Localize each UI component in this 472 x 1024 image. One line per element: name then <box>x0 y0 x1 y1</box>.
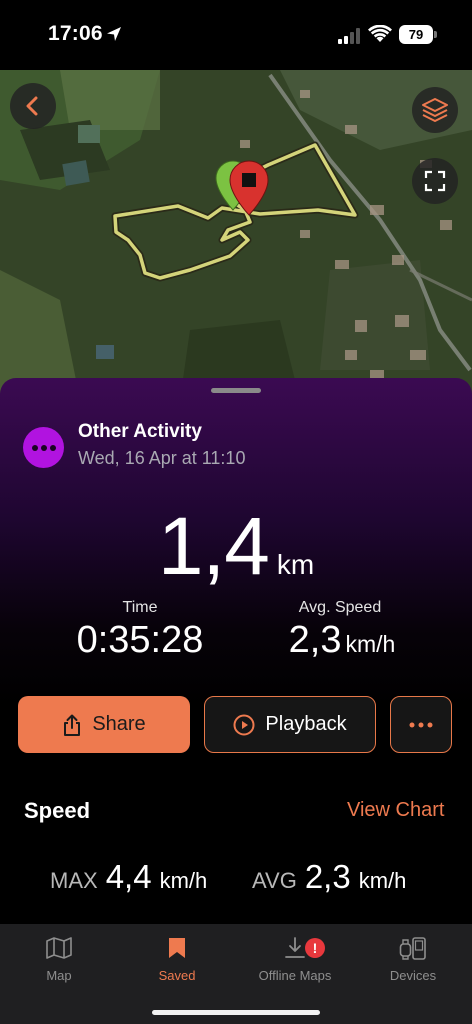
avg-speed-unit: km/h <box>345 631 396 657</box>
tab-map[interactable]: Map <box>0 932 118 983</box>
sheet-grabber[interactable] <box>211 388 261 393</box>
avg-speed-row-unit: km/h <box>358 868 407 893</box>
route-track <box>111 141 359 282</box>
time-value: 0:35:28 <box>76 619 204 661</box>
max-speed-unit: km/h <box>159 868 208 893</box>
activity-sheet: Other Activity Wed, 16 Apr at 11:10 1,4 k… <box>0 378 472 924</box>
battery-level: 79 <box>399 25 433 44</box>
tab-map-label: Map <box>46 968 72 983</box>
distance-unit: km <box>276 549 315 580</box>
max-speed-value: 4,4 <box>105 858 152 895</box>
fullscreen-icon <box>424 170 446 192</box>
avg-speed-number: 2,3 <box>288 619 342 661</box>
back-button[interactable] <box>10 83 56 129</box>
playback-button[interactable]: Playback <box>204 696 376 753</box>
max-speed-tag: MAX <box>50 868 98 893</box>
tab-devices-label: Devices <box>389 968 437 983</box>
share-label: Share <box>92 713 146 735</box>
layers-icon <box>422 98 448 122</box>
devices-icon <box>399 937 426 960</box>
activity-date: Wed, 16 Apr at 11:10 <box>78 448 246 468</box>
tab-bar: Map Saved ! Offline Maps Devices <box>0 924 472 1024</box>
view-chart-link[interactable]: View Chart <box>347 799 444 822</box>
tab-offline-maps-label: Offline Maps <box>258 968 332 983</box>
activity-type-icon <box>23 427 64 468</box>
distance-display: 1,4 km <box>0 500 472 594</box>
share-icon <box>64 714 81 736</box>
speed-section-heading: Speed <box>24 798 91 823</box>
time-label: Time <box>122 599 158 616</box>
status-time: 17:06 <box>48 22 103 45</box>
tab-devices[interactable]: Devices <box>354 932 472 983</box>
max-speed: MAX 4,4 km/h <box>50 858 207 896</box>
share-button[interactable]: Share <box>18 696 190 753</box>
fullscreen-button[interactable] <box>412 158 458 204</box>
map-icon <box>46 937 72 959</box>
avg-speed: AVG 2,3 km/h <box>252 858 406 896</box>
notification-badge: ! <box>305 938 325 958</box>
battery-tip <box>434 31 437 38</box>
avg-speed-value: 2,3 km/h <box>262 619 422 662</box>
wifi-icon <box>368 25 392 42</box>
avg-speed-tag: AVG <box>252 868 297 893</box>
avg-speed-label: Avg. Speed <box>298 599 382 616</box>
more-options-button[interactable] <box>390 696 452 753</box>
activity-title: Other Activity <box>78 421 202 442</box>
avg-speed-row-value: 2,3 <box>304 858 351 895</box>
tab-saved[interactable]: Saved <box>118 932 236 983</box>
tab-offline-maps[interactable]: ! Offline Maps <box>236 932 354 983</box>
cellular-signal-icon <box>338 28 360 44</box>
download-icon <box>285 937 305 958</box>
location-arrow-icon <box>107 27 121 41</box>
bookmark-icon <box>169 938 185 958</box>
home-indicator <box>152 1010 320 1015</box>
play-circle-icon <box>233 714 255 735</box>
more-dots-icon <box>409 722 433 727</box>
status-bar: 17:06 79 <box>0 0 472 70</box>
tab-saved-label: Saved <box>158 968 196 983</box>
route-map[interactable] <box>0 70 472 400</box>
playback-label: Playback <box>265 713 347 735</box>
chevron-left-icon <box>26 96 38 116</box>
distance-value: 1,4 <box>157 501 270 592</box>
map-layers-button[interactable] <box>412 87 458 133</box>
